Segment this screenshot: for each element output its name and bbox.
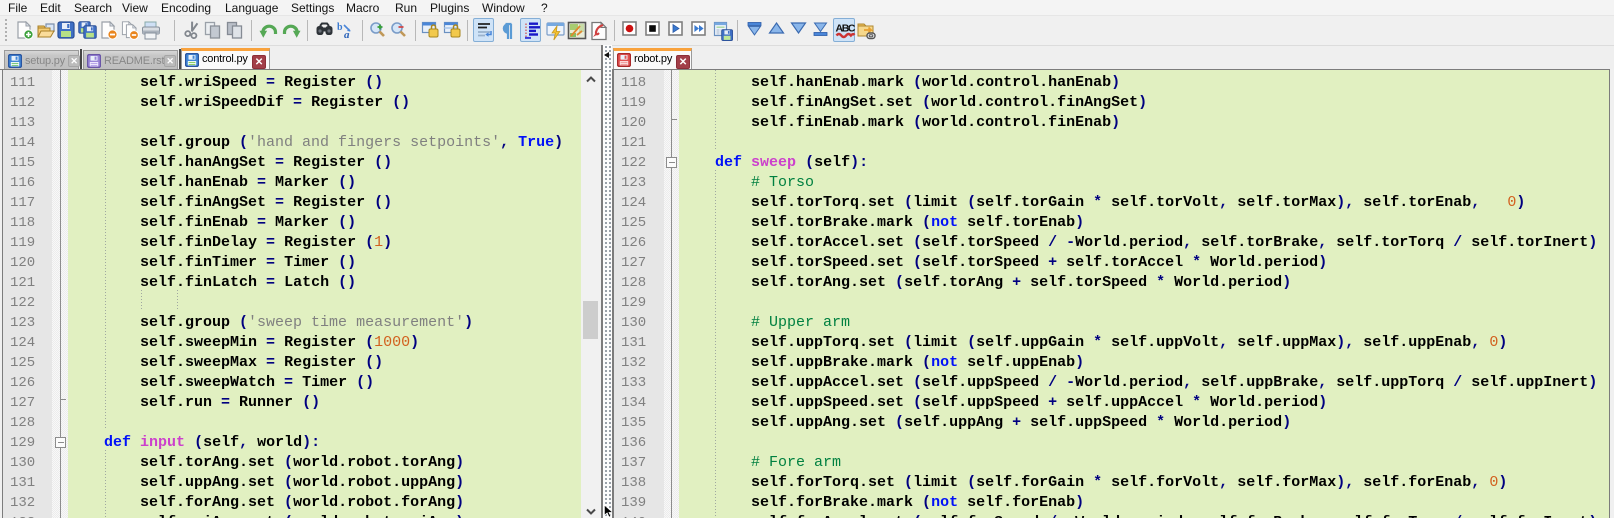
- svg-text:ABC: ABC: [836, 23, 856, 35]
- svg-text:b: b: [337, 22, 343, 33]
